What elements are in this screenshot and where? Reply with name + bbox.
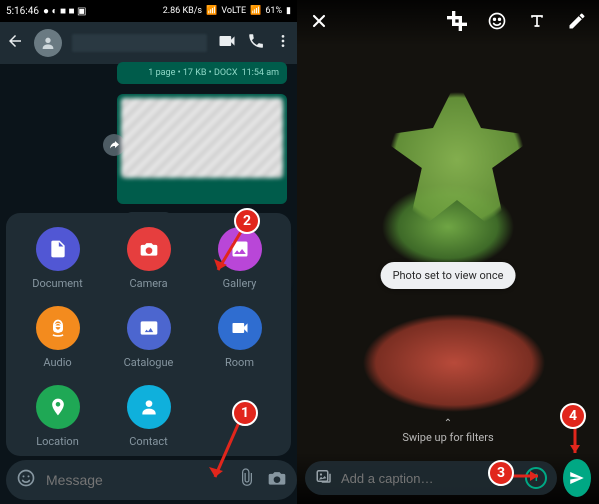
status-app-icons: ● ◐ ■ ■ ▣	[43, 6, 87, 17]
chat-header	[0, 22, 297, 64]
attach-audio-label: Audio	[43, 356, 71, 369]
gallery-icon	[218, 227, 262, 271]
status-signal-icon: 📶	[206, 6, 217, 16]
status-net: 2.86 KB/s	[163, 6, 202, 16]
battery-icon: ▮	[286, 6, 291, 16]
status-bar: 5:16:46 ● ◐ ■ ■ ▣ 2.86 KB/s 📶 VoLTE 📶 61…	[0, 0, 297, 22]
message-image[interactable]	[117, 94, 287, 204]
attach-catalogue-label: Catalogue	[124, 356, 174, 369]
video-call-icon[interactable]	[217, 31, 237, 55]
editor-bottom-row: 1	[297, 452, 599, 504]
attach-camera-label: Camera	[129, 277, 167, 290]
image-thumbnail	[121, 98, 283, 178]
contact-name[interactable]	[72, 34, 207, 52]
draw-icon[interactable]	[567, 11, 587, 35]
room-icon	[218, 306, 262, 350]
attach-location[interactable]: Location	[18, 385, 98, 448]
swipe-hint[interactable]: Swipe up for filters	[297, 418, 599, 444]
location-icon	[36, 385, 80, 429]
doc-time: 11:54 am	[242, 68, 279, 78]
status-volte: VoLTE	[221, 6, 246, 16]
message-input-row	[6, 460, 291, 500]
close-icon[interactable]	[309, 11, 329, 35]
annotation-badge-2: 2	[234, 208, 260, 234]
voice-call-icon[interactable]	[247, 32, 265, 54]
message-pill[interactable]	[6, 460, 297, 500]
camera-icon	[127, 227, 171, 271]
attach-gallery[interactable]: Gallery	[200, 227, 280, 290]
sticker-icon[interactable]	[487, 11, 507, 35]
whatsapp-chat-screen: 5:16:46 ● ◐ ■ ■ ▣ 2.86 KB/s 📶 VoLTE 📶 61…	[0, 0, 297, 504]
status-time: 5:16:46	[6, 6, 39, 17]
message-document[interactable]: 1 page • 17 KB • DOCX 11:54 am	[117, 62, 287, 84]
attach-room-label: Room	[225, 356, 254, 369]
attach-camera[interactable]: Camera	[109, 227, 189, 290]
message-input[interactable]	[46, 472, 227, 488]
attach-location-label: Location	[36, 435, 79, 448]
attach-catalogue[interactable]: Catalogue	[109, 306, 189, 369]
catalogue-icon	[127, 306, 171, 350]
camera-input-icon[interactable]	[267, 468, 287, 492]
attach-gallery-label: Gallery	[223, 277, 257, 290]
contact-avatar[interactable]	[34, 29, 62, 57]
doc-meta: 1 page • 17 KB • DOCX	[148, 68, 237, 78]
add-photo-icon[interactable]	[315, 467, 333, 489]
crop-icon[interactable]	[447, 11, 467, 35]
annotation-badge-4: 4	[560, 403, 586, 429]
send-button[interactable]	[563, 459, 591, 497]
view-once-toast: Photo set to view once	[381, 262, 516, 289]
status-signal2-icon: 📶	[250, 6, 261, 16]
editor-toolbar	[297, 0, 599, 46]
text-icon[interactable]	[527, 11, 547, 35]
attach-contact[interactable]: Contact	[109, 385, 189, 448]
document-icon	[36, 227, 80, 271]
caption-pill[interactable]: 1	[305, 461, 557, 495]
back-icon[interactable]	[6, 32, 24, 54]
attach-icon[interactable]	[237, 468, 257, 492]
annotation-badge-3: 3	[488, 460, 514, 486]
attach-audio[interactable]: Audio	[18, 306, 98, 369]
annotation-badge-1: 1	[232, 400, 258, 426]
emoji-icon[interactable]	[16, 468, 36, 492]
attach-contact-label: Contact	[129, 435, 167, 448]
audio-icon	[36, 306, 80, 350]
attach-document-label: Document	[32, 277, 82, 290]
attach-document[interactable]: Document	[18, 227, 98, 290]
more-icon[interactable]	[275, 33, 291, 53]
attach-room[interactable]: Room	[200, 306, 280, 369]
view-once-toggle[interactable]: 1	[525, 467, 547, 489]
photo-editor-screen: Photo set to view once Swipe up for filt…	[297, 0, 599, 504]
status-battery: 61%	[265, 6, 282, 16]
contact-icon	[127, 385, 171, 429]
